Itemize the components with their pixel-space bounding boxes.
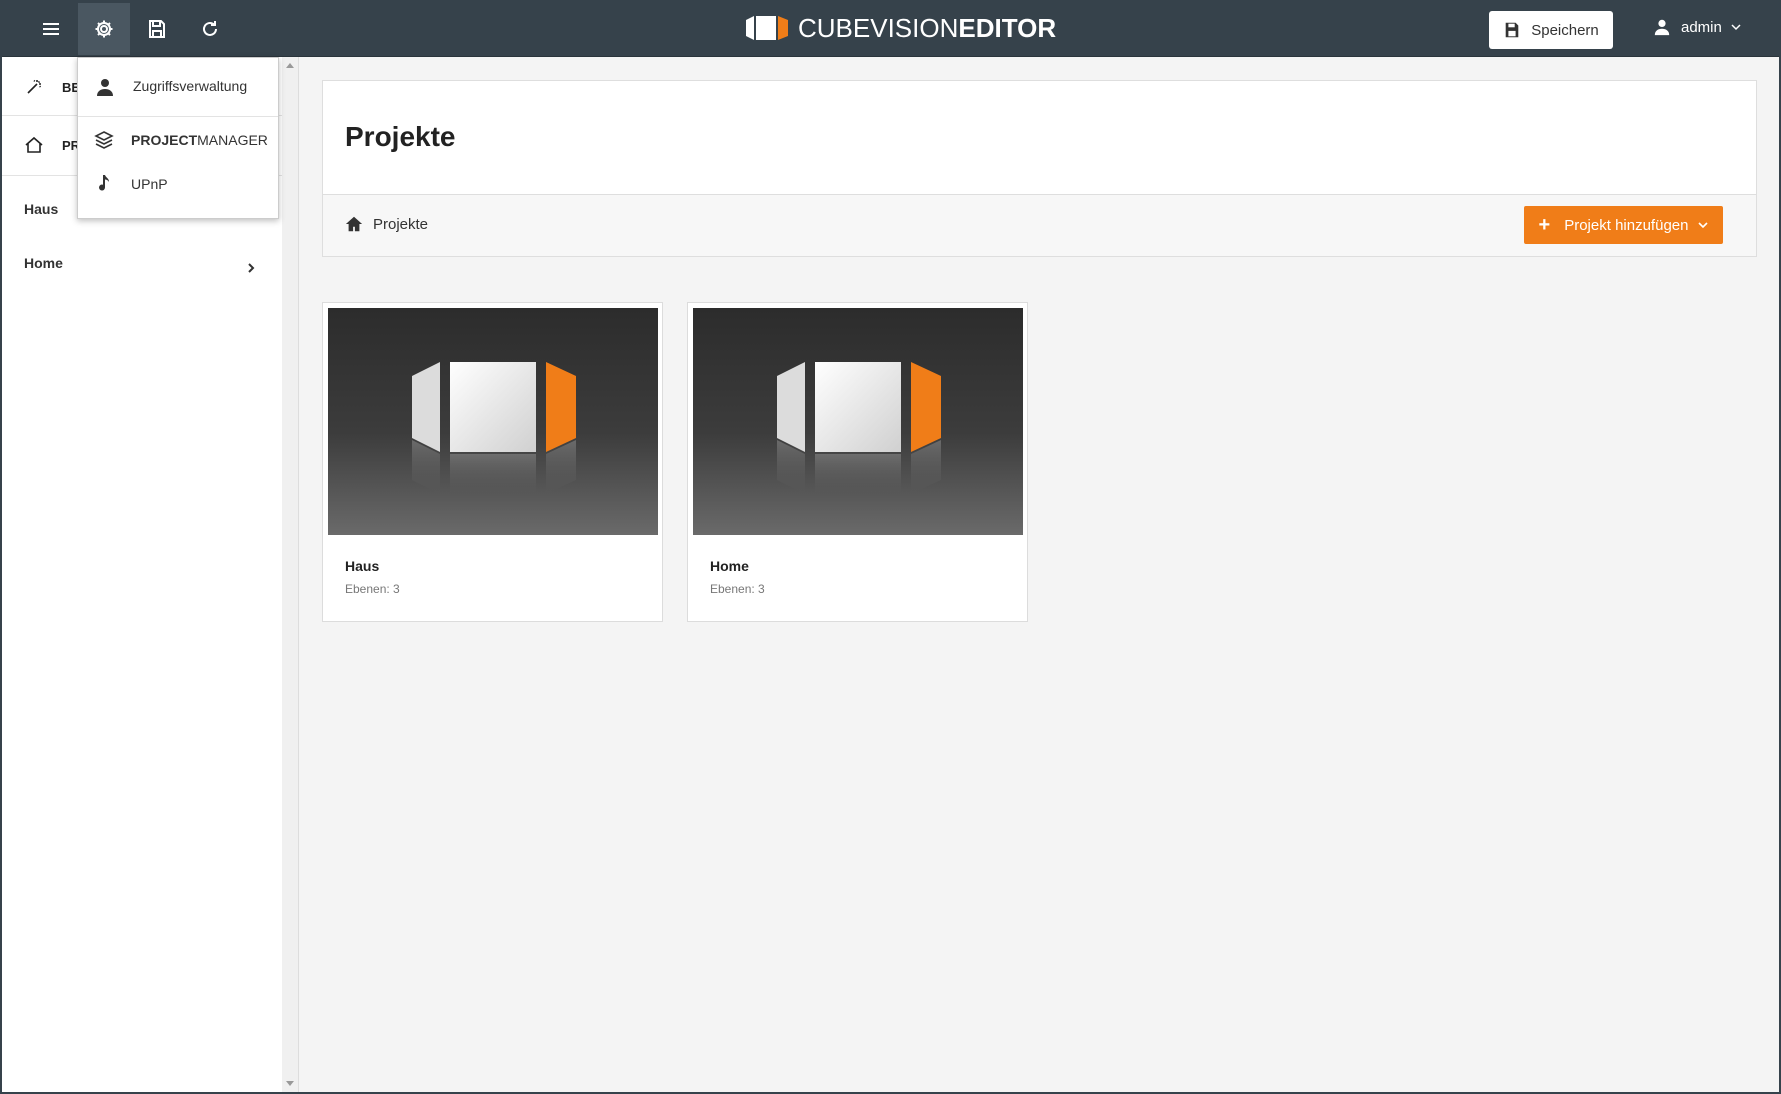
music-note-icon	[99, 175, 109, 191]
layers-icon	[94, 131, 114, 149]
user-menu[interactable]: admin	[1653, 18, 1752, 36]
breadcrumb[interactable]: Projekte	[345, 215, 428, 233]
page-title: Projekte	[345, 121, 456, 152]
add-project-button[interactable]: + Projekt hinzufügen	[1524, 206, 1723, 244]
magic-wand-icon	[27, 79, 42, 94]
brand-suffix: EDITOR	[958, 12, 1057, 43]
refresh-button[interactable]	[184, 3, 236, 55]
add-project-label: Projekt hinzufügen	[1564, 216, 1689, 234]
sidebar-item-haus[interactable]: Haus	[24, 201, 58, 217]
menu-item-label: UPnP	[131, 176, 168, 192]
menu-item-label-bold: PROJECT	[131, 132, 198, 148]
project-name: Home	[710, 558, 749, 574]
menu-button[interactable]	[25, 3, 77, 55]
user-icon	[1654, 19, 1670, 36]
user-icon	[97, 79, 113, 96]
breadcrumb-bar: Projekte + Projekt hinzufügen	[323, 194, 1756, 256]
home-icon	[345, 216, 363, 232]
save-icon-button[interactable]	[131, 3, 183, 55]
breadcrumb-label: Projekte	[373, 215, 429, 233]
menu-item-upnp[interactable]: UPnP	[78, 162, 278, 206]
settings-menu: Zugriffsverwaltung PROJECTMANAGER UPnP	[77, 57, 279, 219]
sidebar-item-home[interactable]: Home	[24, 255, 63, 271]
settings-button[interactable]	[78, 3, 130, 55]
cube-logo-icon	[412, 362, 576, 494]
project-meta: Ebenen: 3	[710, 582, 765, 596]
menu-item-label-rest: MANAGER	[197, 132, 268, 148]
menu-item-projectmanager[interactable]: PROJECTMANAGER	[78, 118, 278, 162]
chevron-right-icon[interactable]	[245, 262, 257, 274]
cube-logo-icon	[746, 16, 788, 40]
brand-prefix: CUBEVISION	[798, 12, 959, 43]
floppy-disk-icon	[1505, 22, 1519, 38]
project-thumbnail	[693, 308, 1023, 535]
refresh-icon	[203, 21, 217, 36]
menu-item-label: Zugriffsverwaltung	[133, 78, 248, 94]
plus-icon: +	[1538, 213, 1551, 236]
project-card-haus[interactable]: Haus Ebenen: 3	[322, 302, 663, 622]
save-button-label: Speichern	[1531, 21, 1599, 39]
projects-header-panel: Projekte Projekte + Projekt hinzufügen	[322, 80, 1757, 257]
menu-item-access-management[interactable]: Zugriffsverwaltung	[78, 58, 278, 116]
user-name: admin	[1681, 18, 1722, 36]
floppy-disk-icon	[149, 20, 165, 38]
sidebar-scrollbar[interactable]	[282, 57, 299, 1092]
chevron-down-icon	[1698, 222, 1709, 229]
menu-divider	[78, 116, 278, 117]
brand-logo: CUBEVISIONEDITOR	[744, 13, 1056, 43]
project-card-home[interactable]: Home Ebenen: 3	[687, 302, 1028, 622]
project-meta: Ebenen: 3	[345, 582, 400, 596]
top-bar: CUBEVISIONEDITOR Speichern admin	[0, 0, 1781, 57]
save-button[interactable]: Speichern	[1489, 11, 1613, 49]
project-thumbnail	[328, 308, 658, 535]
chevron-down-icon	[1731, 24, 1741, 31]
menu-icon	[43, 23, 59, 35]
project-name: Haus	[345, 558, 380, 574]
scroll-up-arrow-icon[interactable]	[286, 63, 294, 68]
scroll-down-arrow-icon[interactable]	[286, 1081, 294, 1086]
home-outline-icon	[25, 136, 43, 153]
cube-logo-icon	[777, 362, 941, 494]
gear-icon	[95, 20, 113, 38]
